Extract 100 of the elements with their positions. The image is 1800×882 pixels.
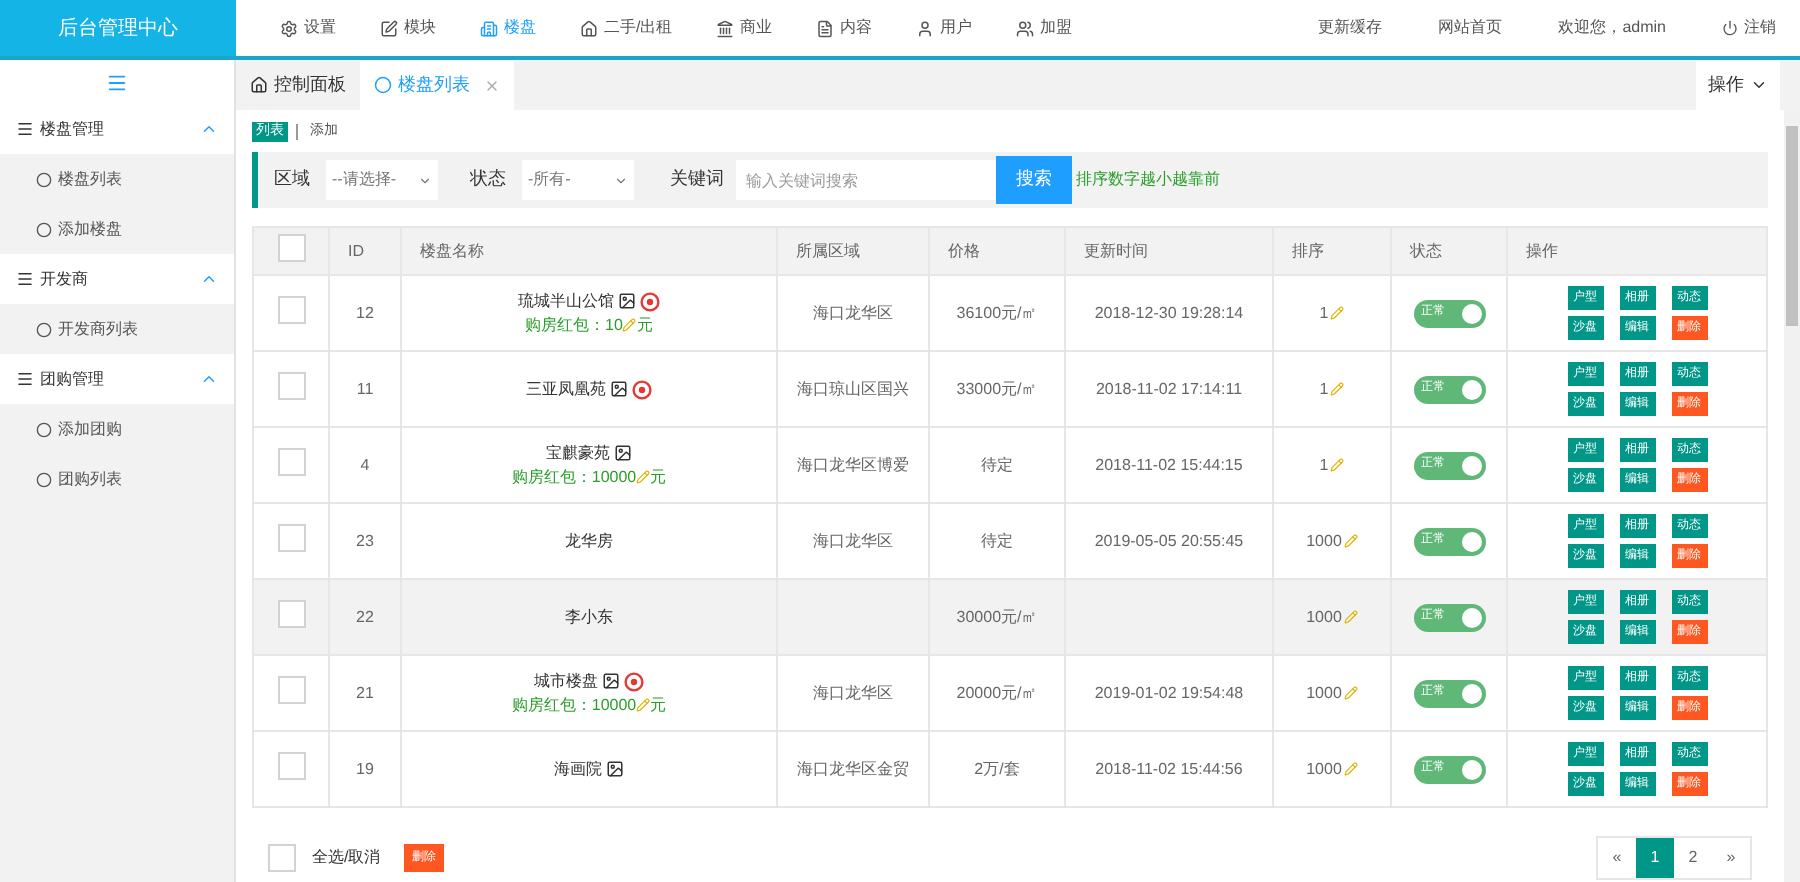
nav-item[interactable]: 楼盘 bbox=[480, 16, 536, 40]
checkbox[interactable] bbox=[277, 751, 305, 779]
pencil-icon[interactable] bbox=[1343, 686, 1358, 700]
nav-item[interactable]: 加盟 bbox=[1016, 16, 1073, 40]
pencil-icon[interactable] bbox=[1330, 306, 1345, 320]
edit-icon bbox=[380, 19, 398, 37]
page-link[interactable]: 1 bbox=[1636, 838, 1674, 878]
bonus-amount: 10000 bbox=[591, 465, 637, 489]
bonus-unit: 元 bbox=[650, 465, 667, 489]
circle-icon bbox=[36, 471, 52, 487]
bonus-label: 购房红包： bbox=[511, 465, 592, 489]
circle-icon bbox=[36, 171, 52, 187]
area-select[interactable]: --请选择- bbox=[326, 160, 438, 200]
filter-label: 状态 bbox=[470, 166, 506, 193]
sort-value: 1 bbox=[1319, 377, 1329, 401]
status-select[interactable]: -所有- bbox=[522, 160, 634, 200]
nav-item[interactable]: 内容 bbox=[816, 16, 873, 40]
property-name: 三亚凤凰苑 bbox=[526, 377, 606, 401]
bonus-label: 购房红包： bbox=[511, 693, 592, 717]
checkbox[interactable] bbox=[277, 233, 305, 261]
sidebar-item[interactable]: 添加楼盘 bbox=[0, 204, 234, 254]
pencil-icon[interactable] bbox=[636, 470, 651, 484]
circle-icon bbox=[36, 221, 52, 237]
home-icon bbox=[250, 76, 268, 94]
checkbox[interactable] bbox=[268, 844, 296, 872]
caret-icon bbox=[200, 370, 218, 388]
table-cell: 2018-11-02 15:44:56 bbox=[1065, 731, 1273, 807]
bonus-unit: 元 bbox=[636, 313, 653, 337]
sidebar-item[interactable]: 开发商列表 bbox=[0, 304, 234, 354]
menu-icon[interactable] bbox=[106, 71, 128, 93]
pencil-icon[interactable] bbox=[1330, 458, 1345, 472]
search-button[interactable]: 搜索 bbox=[996, 156, 1072, 204]
list-icon bbox=[16, 120, 34, 138]
top-link[interactable]: 注销 bbox=[1722, 16, 1776, 40]
select-all-label: 全选/取消 bbox=[312, 846, 381, 870]
sidebar-group[interactable]: 团购管理 bbox=[0, 354, 234, 404]
keyword-field[interactable]: 输入关键词搜索 bbox=[736, 160, 996, 200]
gear-icon bbox=[280, 19, 298, 37]
sidebar-group[interactable]: 开发商 bbox=[0, 254, 234, 304]
nav-item[interactable]: 二手/出租 bbox=[580, 16, 673, 40]
caret-icon bbox=[614, 173, 628, 187]
sort-value: 1000 bbox=[1306, 757, 1342, 781]
sort-value: 1000 bbox=[1306, 605, 1342, 629]
nav-item[interactable]: 用户 bbox=[916, 16, 973, 40]
page-link[interactable]: « bbox=[1598, 838, 1636, 878]
bank-icon bbox=[716, 19, 735, 37]
filter-label: 区域 bbox=[274, 166, 310, 193]
nav-item[interactable]: 商业 bbox=[716, 16, 773, 40]
nav-item[interactable]: 模块 bbox=[380, 16, 436, 40]
users-icon bbox=[1016, 19, 1035, 37]
checkbox[interactable] bbox=[277, 675, 305, 703]
checkbox[interactable] bbox=[277, 295, 305, 323]
list-icon bbox=[16, 370, 34, 388]
top-link[interactable]: 网站首页 bbox=[1438, 16, 1503, 40]
user-icon bbox=[916, 19, 935, 37]
pencil-icon[interactable] bbox=[1343, 610, 1358, 624]
bonus-label: 购房红包： bbox=[525, 313, 606, 337]
caret-icon bbox=[200, 120, 218, 138]
tab[interactable]: 楼盘列表 bbox=[360, 60, 514, 110]
circle-icon bbox=[374, 76, 392, 94]
close-icon[interactable] bbox=[484, 77, 500, 93]
sort-hint: 排序数字越小越靠前 bbox=[1076, 168, 1220, 192]
table-cell: 海口龙华区金贸 bbox=[777, 731, 929, 807]
document-icon bbox=[816, 19, 835, 37]
nav-item[interactable]: 设置 bbox=[280, 16, 336, 40]
caret-icon bbox=[200, 270, 218, 288]
sidebar-group[interactable]: 楼盘管理 bbox=[0, 104, 234, 154]
table-cell: 2万/套 bbox=[929, 731, 1065, 807]
sidebar-item[interactable]: 添加团购 bbox=[0, 404, 234, 454]
property-name: 李小东 bbox=[565, 605, 613, 629]
brand-title: 后台管理中心 bbox=[0, 0, 236, 56]
column-header: 更新时间 bbox=[1065, 227, 1273, 275]
sort-value: 1000 bbox=[1306, 681, 1342, 705]
pencil-icon[interactable] bbox=[1330, 382, 1345, 396]
property-name: 宝麒豪苑 bbox=[546, 441, 610, 465]
checkbox[interactable] bbox=[277, 447, 305, 475]
pencil-icon[interactable] bbox=[622, 318, 637, 332]
property-name: 龙华房 bbox=[565, 529, 613, 553]
top-link[interactable]: 更新缓存 bbox=[1318, 16, 1383, 40]
checkbox[interactable] bbox=[277, 371, 305, 399]
tab[interactable]: 控制面板 bbox=[236, 60, 360, 110]
checkbox[interactable] bbox=[277, 523, 305, 551]
pencil-icon[interactable] bbox=[1343, 762, 1358, 776]
page-link[interactable]: » bbox=[1712, 838, 1750, 878]
sidebar-item[interactable]: 楼盘列表 bbox=[0, 154, 234, 204]
operations-dropdown[interactable]: 操作 bbox=[1696, 60, 1780, 110]
pencil-icon[interactable] bbox=[636, 698, 651, 712]
top-link[interactable]: 欢迎您，admin bbox=[1558, 16, 1666, 40]
sidebar-item[interactable]: 团购列表 bbox=[0, 454, 234, 504]
house-icon bbox=[580, 19, 598, 37]
property-name: 海画院 bbox=[554, 757, 602, 781]
sort-value: 1 bbox=[1319, 301, 1329, 325]
checkbox[interactable] bbox=[277, 599, 305, 627]
circle-icon bbox=[36, 421, 52, 437]
scrollbar[interactable] bbox=[1784, 110, 1800, 882]
chevron-down-icon bbox=[1750, 76, 1768, 94]
filter-label: 关键词 bbox=[670, 166, 724, 193]
page-link[interactable]: 2 bbox=[1674, 838, 1712, 878]
pencil-icon[interactable] bbox=[1343, 534, 1358, 548]
property-name: 琉城半山公馆 bbox=[518, 289, 614, 313]
